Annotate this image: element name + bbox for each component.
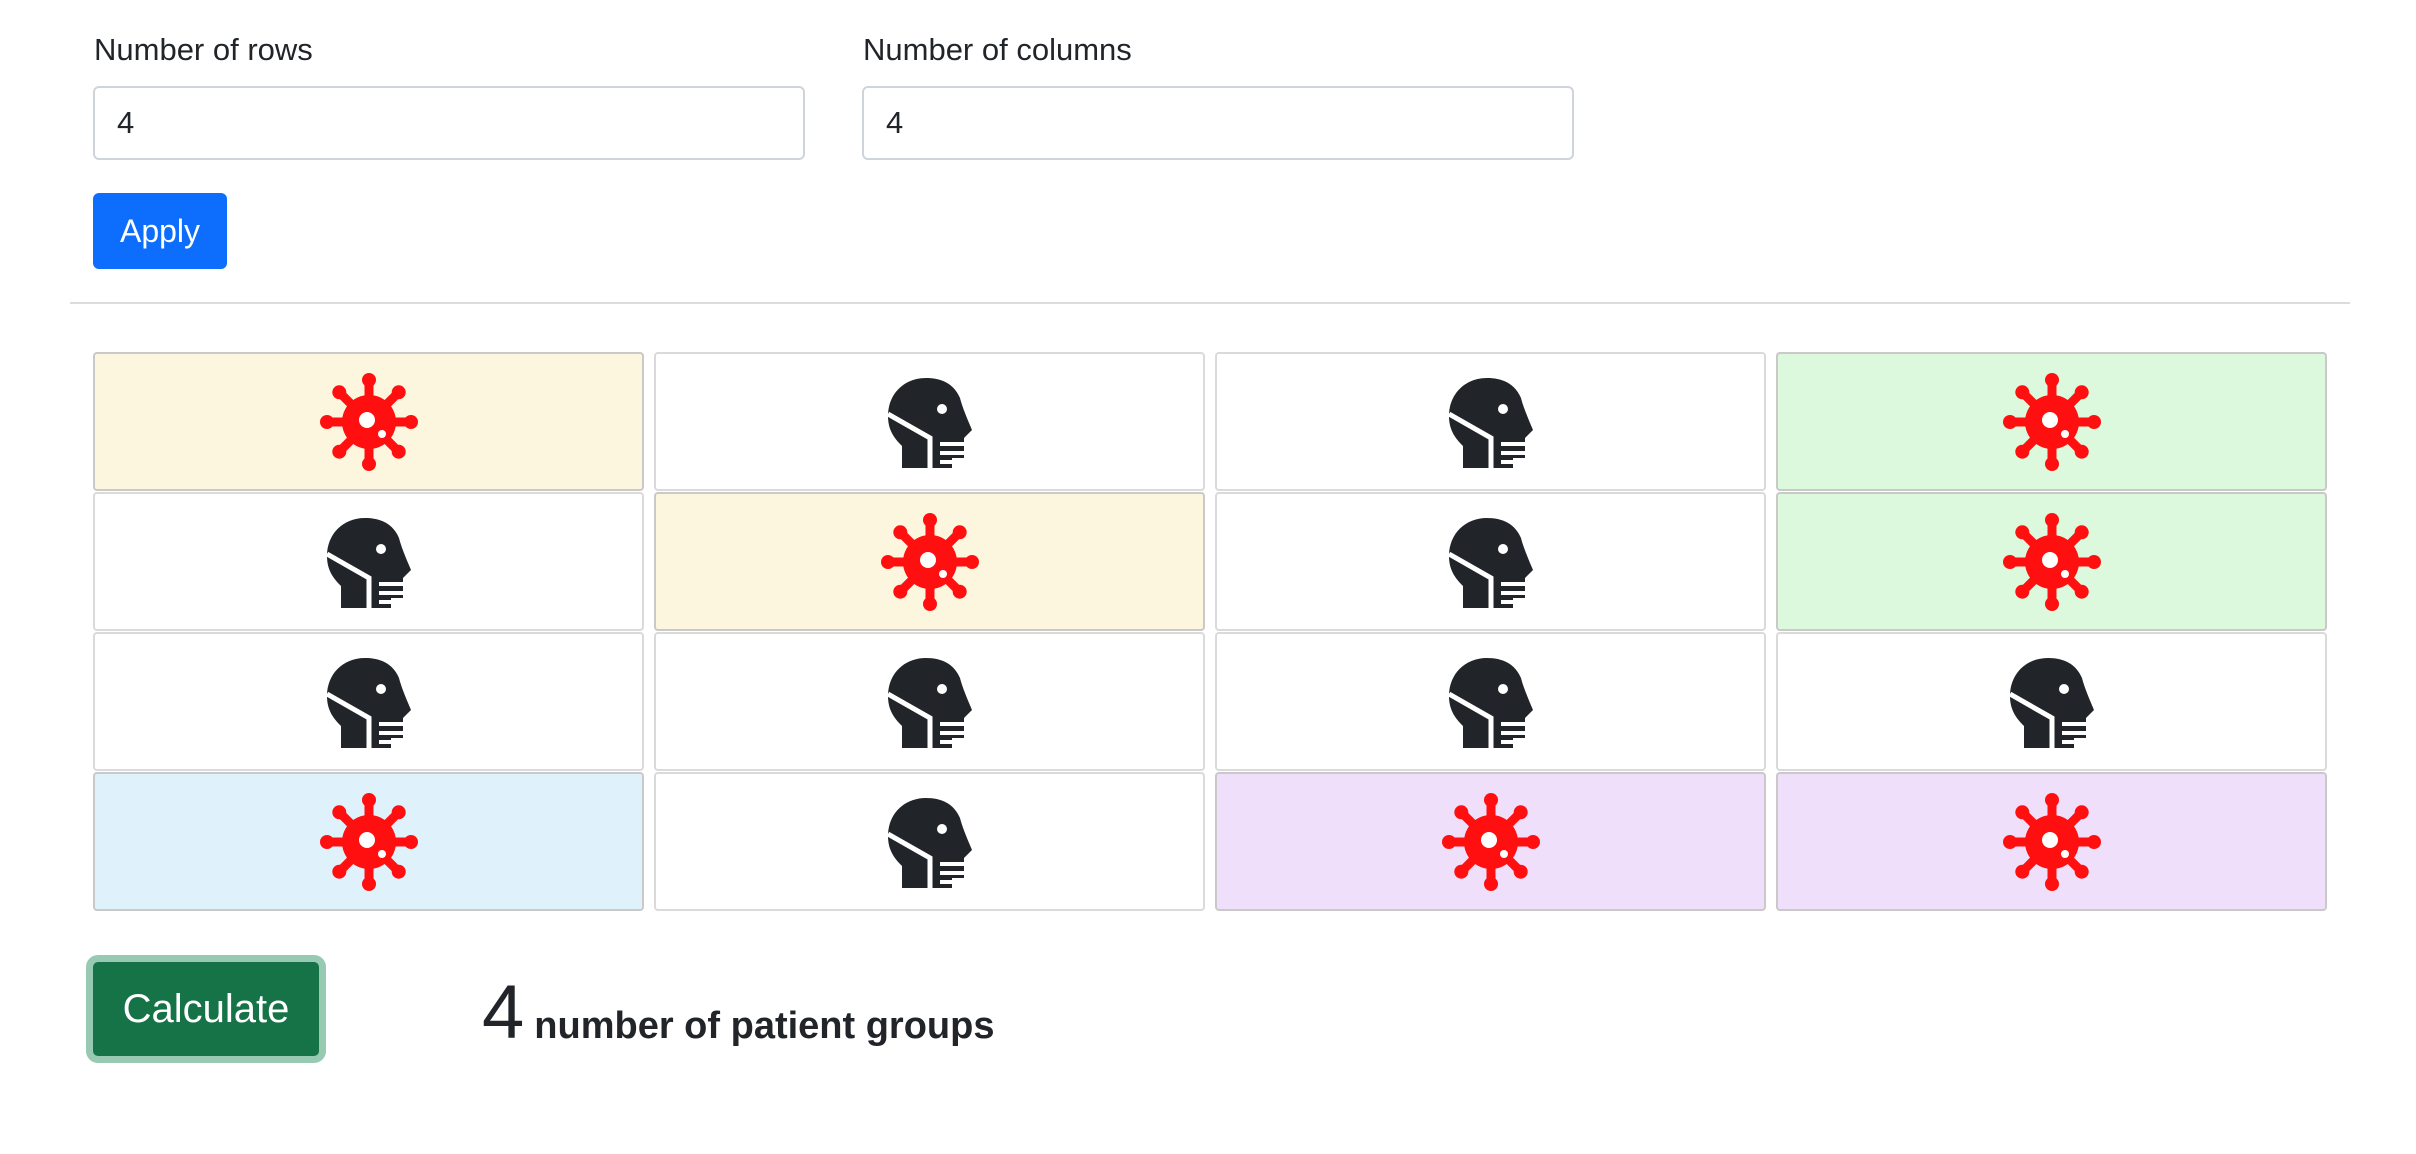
head-side-mask-icon (880, 792, 980, 892)
grid-cell[interactable] (1215, 772, 1766, 911)
grid-cell[interactable] (93, 352, 644, 491)
result: 4 number of patient groups (482, 968, 995, 1058)
head-side-mask-icon (1441, 512, 1541, 612)
head-side-mask-icon (880, 652, 980, 752)
calculate-button[interactable]: Calculate (86, 955, 326, 1063)
grid-cell[interactable] (1215, 352, 1766, 491)
page: Number of rows Number of columns Apply C… (0, 0, 2416, 1154)
virus-icon (319, 792, 419, 892)
virus-icon (880, 512, 980, 612)
virus-icon (2002, 372, 2102, 472)
patient-group-count: 4 (482, 970, 525, 1055)
head-side-mask-icon (880, 372, 980, 472)
virus-icon (2002, 792, 2102, 892)
apply-button[interactable]: Apply (93, 193, 227, 269)
rows-label: Number of rows (94, 32, 313, 67)
divider (70, 302, 2350, 304)
virus-icon (2002, 512, 2102, 612)
grid-cell[interactable] (1776, 772, 2327, 911)
head-side-mask-icon (319, 512, 419, 612)
grid-cell[interactable] (1215, 632, 1766, 771)
grid-cell[interactable] (1776, 352, 2327, 491)
columns-label: Number of columns (863, 32, 1132, 67)
grid-cell[interactable] (654, 352, 1205, 491)
grid-cell[interactable] (93, 772, 644, 911)
patient-group-label: number of patient groups (534, 1005, 995, 1047)
grid-cell[interactable] (93, 632, 644, 771)
rows-input[interactable] (93, 86, 805, 160)
grid-cell[interactable] (654, 772, 1205, 911)
patient-grid (93, 352, 2329, 912)
grid-cell[interactable] (654, 492, 1205, 631)
grid-cell[interactable] (93, 492, 644, 631)
head-side-mask-icon (2002, 652, 2102, 752)
head-side-mask-icon (1441, 652, 1541, 752)
virus-icon (319, 372, 419, 472)
grid-cell[interactable] (1776, 632, 2327, 771)
virus-icon (1441, 792, 1541, 892)
head-side-mask-icon (1441, 372, 1541, 472)
grid-cell[interactable] (1215, 492, 1766, 631)
grid-cell[interactable] (1776, 492, 2327, 631)
grid-cell[interactable] (654, 632, 1205, 771)
head-side-mask-icon (319, 652, 419, 752)
columns-input[interactable] (862, 86, 1574, 160)
